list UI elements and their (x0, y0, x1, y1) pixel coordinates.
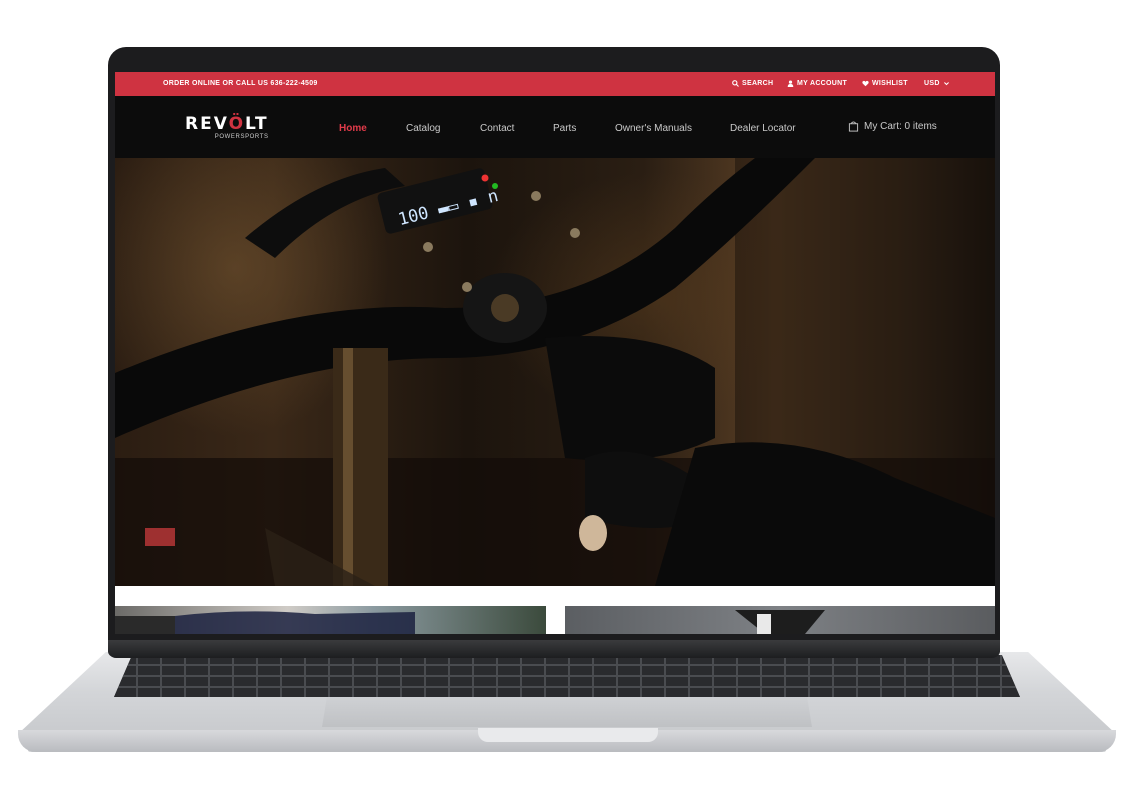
motorcycle-photo-right (735, 610, 825, 634)
laptop-opening-notch (478, 728, 658, 742)
site-logo[interactable]: REVÖLT POWERSPORTS (185, 114, 269, 141)
promo-phone-text: ORDER ONLINE OR CALL US 636-222-4509 (163, 80, 318, 87)
laptop-trackpad (322, 697, 812, 727)
cart-link[interactable]: My Cart: 0 items (848, 121, 937, 132)
logo-wordmark: REVÖLT (185, 114, 269, 134)
heart-icon (862, 80, 869, 87)
chevron-down-icon (943, 82, 949, 86)
promo-tile-right-image[interactable] (565, 606, 995, 634)
nav-home[interactable]: Home (339, 123, 367, 134)
currency-selector[interactable]: USD (924, 80, 950, 87)
laptop-hinge (108, 640, 1000, 658)
nav-dealer-locator[interactable]: Dealer Locator (730, 123, 796, 134)
currency-value: USD (924, 80, 940, 87)
top-announcement-bar: ORDER ONLINE OR CALL US 636-222-4509 SEA… (115, 72, 995, 96)
wishlist-label: WISHLIST (872, 80, 908, 87)
user-icon (787, 80, 794, 87)
hero-banner-image[interactable]: 100 ▬▭ ▪ n (115, 158, 995, 586)
shopping-bag-icon (848, 121, 859, 132)
section-spacer (115, 586, 995, 606)
nav-contact[interactable]: Contact (480, 123, 514, 134)
motorcycle-handlebar-photo: 100 ▬▭ ▪ n (115, 158, 995, 586)
search-icon (732, 80, 739, 87)
wishlist-link[interactable]: WISHLIST (862, 80, 908, 87)
promo-tile-left-image[interactable] (115, 606, 546, 634)
main-navigation: REVÖLT POWERSPORTS Home Catalog Contact … (115, 96, 995, 159)
my-account-label: MY ACCOUNT (797, 80, 848, 87)
logo-tagline: POWERSPORTS (214, 134, 269, 140)
laptop-keyboard-rows (114, 655, 1020, 697)
search-link[interactable]: SEARCH (732, 80, 773, 87)
my-account-link[interactable]: MY ACCOUNT (787, 80, 847, 87)
nav-parts[interactable]: Parts (553, 123, 576, 134)
search-label: SEARCH (742, 80, 774, 87)
nav-catalog[interactable]: Catalog (406, 123, 440, 134)
laptop-screen: ORDER ONLINE OR CALL US 636-222-4509 SEA… (115, 72, 995, 634)
cart-label: My Cart: 0 items (864, 121, 937, 132)
motorcycle-photo-left (115, 611, 415, 634)
nav-owners-manuals[interactable]: Owner's Manuals (615, 123, 692, 134)
